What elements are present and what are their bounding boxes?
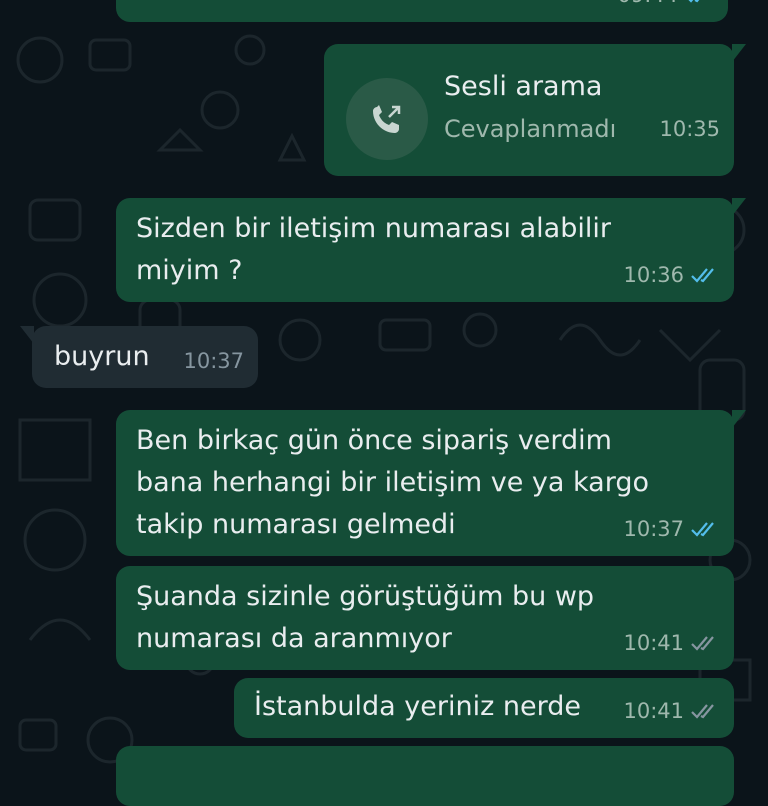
- message-meta: 10:41: [623, 622, 720, 664]
- message-time: 10:37: [623, 517, 684, 541]
- message-bubble-incoming[interactable]: buyrun 10:37: [20, 326, 258, 388]
- double-check-gray-icon: [690, 634, 720, 652]
- message-time: 09:44: [617, 0, 678, 16]
- call-status: Cevaplanmadı: [444, 115, 617, 143]
- message-meta: 10:35: [659, 108, 720, 150]
- message-bubble-outgoing[interactable]: Ben birkaç gün önce sipariş verdim bana …: [116, 410, 746, 556]
- message-time: 10:37: [183, 349, 244, 373]
- message-time: 10:36: [623, 263, 684, 287]
- bubble-tail: [732, 410, 746, 428]
- message-bubble-outgoing[interactable]: [116, 746, 734, 806]
- message-time: 10:41: [623, 631, 684, 655]
- call-title: Sesli arama: [444, 71, 603, 102]
- call-message-bubble[interactable]: Sesli arama Cevaplanmadı 10:35: [324, 44, 746, 176]
- missed-outgoing-call-icon[interactable]: [346, 78, 428, 160]
- message-bubble-outgoing[interactable]: 09:44: [116, 0, 728, 22]
- bubble-tail: [732, 44, 746, 62]
- double-check-gray-icon: [690, 702, 720, 720]
- message-meta: 10:37: [623, 508, 720, 550]
- message-meta: 09:44: [617, 0, 714, 16]
- message-bubble-outgoing[interactable]: İstanbulda yeriniz nerde 10:41: [234, 678, 734, 738]
- message-time: 10:41: [623, 699, 684, 723]
- message-time: 10:35: [659, 117, 720, 141]
- message-meta: 10:41: [623, 690, 720, 732]
- bubble-tail: [20, 326, 34, 344]
- bubble-tail: [732, 198, 746, 216]
- message-meta: 10:37: [183, 340, 244, 382]
- message-meta: 10:36: [623, 254, 720, 296]
- double-check-blue-icon: [684, 0, 714, 4]
- double-check-blue-icon: [690, 266, 720, 284]
- message-bubble-outgoing[interactable]: Şuanda sizinle görüştüğüm bu wp numarası…: [116, 566, 734, 670]
- double-check-blue-icon: [690, 520, 720, 538]
- message-bubble-outgoing[interactable]: Sizden bir iletişim numarası alabilir mi…: [116, 198, 746, 302]
